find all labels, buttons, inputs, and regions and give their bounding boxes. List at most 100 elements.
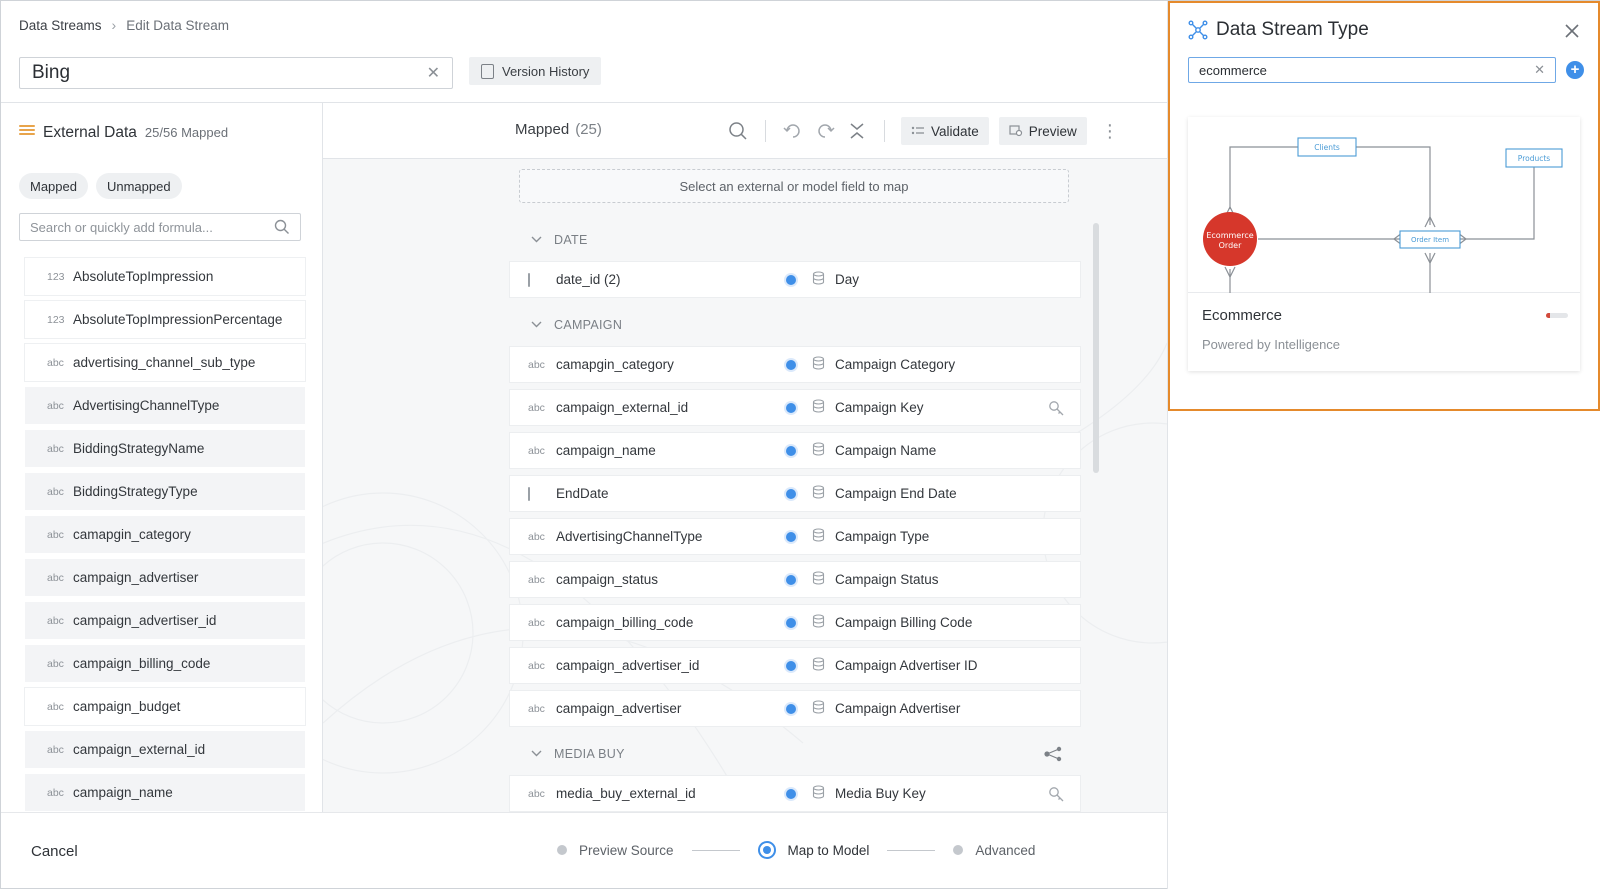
wizard-step[interactable]: Advanced (953, 843, 1035, 858)
mapping-connector[interactable] (786, 661, 796, 671)
mapping-connector[interactable] (786, 403, 796, 413)
source-field: abc camapgin_category (510, 357, 792, 372)
table-row[interactable]: abc AdvertisingChannelType Campaign Type (509, 518, 1081, 555)
clear-icon[interactable]: ✕ (427, 63, 440, 83)
field-label: campaign_budget (73, 699, 181, 714)
table-row[interactable]: abc media_buy_external_id Media Buy Key (509, 775, 1081, 812)
list-item[interactable]: abc camapgin_category (25, 516, 305, 553)
type-indicator: abc (528, 616, 545, 629)
redo-icon[interactable] (814, 120, 836, 142)
tab-mapped[interactable]: Mapped (19, 173, 88, 199)
model-field-label: Campaign Type (835, 529, 930, 544)
group-header[interactable]: MEDIA BUY (509, 733, 1081, 775)
more-options-icon[interactable]: ⋮ (1097, 121, 1123, 142)
mapping-connector[interactable] (786, 360, 796, 370)
version-history-button[interactable]: Version History (469, 57, 602, 85)
model-field-label: Campaign Key (835, 400, 924, 415)
diagram-label-products: Products (1518, 154, 1550, 163)
mapping-connector[interactable] (786, 789, 796, 799)
app-window: Data Streams › Edit Data Stream ✕ Versio… (0, 0, 1600, 889)
table-row[interactable]: date_id (2) Day (509, 261, 1081, 298)
group-header[interactable]: CAMPAIGN (509, 304, 1081, 346)
collapse-all-icon[interactable] (846, 120, 868, 142)
preview-button[interactable]: Preview (998, 117, 1087, 145)
drawer-search-field[interactable]: ✕ (1188, 57, 1556, 83)
search-icon[interactable] (274, 219, 290, 235)
wizard-footer: Cancel Preview Source Map to Model Advance… (1, 812, 1167, 888)
list-item[interactable]: abc advertising_channel_sub_type (25, 344, 305, 381)
field-label: AbsoluteTopImpressionPercentage (73, 312, 283, 327)
external-search-input[interactable] (30, 219, 274, 235)
add-stream-type-button[interactable]: + (1566, 61, 1584, 79)
table-row[interactable]: abc campaign_billing_code Campaign Billing… (509, 604, 1081, 641)
cancel-button[interactable]: Cancel (31, 843, 78, 860)
mapped-count: (25) (575, 121, 602, 138)
wizard-step[interactable]: Map to Model (757, 841, 869, 859)
chevron-down-icon[interactable] (531, 749, 542, 760)
model-field-icon (812, 399, 825, 416)
map-dropzone[interactable]: Select an external or model field to map (519, 169, 1069, 203)
list-item[interactable]: 123 AbsoluteTopImpression (25, 258, 305, 295)
list-item[interactable]: abc campaign_name (25, 774, 305, 811)
field-label: advertising_channel_sub_type (73, 355, 256, 370)
type-indicator: abc (47, 571, 64, 584)
chevron-down-icon[interactable] (531, 235, 542, 246)
source-field: abc campaign_advertiser_id (510, 658, 792, 673)
list-item[interactable]: abc campaign_advertiser (25, 559, 305, 596)
source-field: abc AdvertisingChannelType (510, 529, 792, 544)
external-search-field[interactable] (19, 213, 301, 241)
stream-name-input[interactable] (32, 62, 427, 84)
source-field-label: media_buy_external_id (556, 786, 696, 801)
stream-type-card-ecommerce[interactable]: Clients Products Order Item Ecommerce Ord… (1188, 117, 1580, 371)
list-item[interactable]: abc AdvertisingChannelType (25, 387, 305, 424)
table-row[interactable]: abc camapgin_category Campaign Category (509, 346, 1081, 383)
model-field-label: Media Buy Key (835, 786, 926, 801)
mapping-connector[interactable] (786, 532, 796, 542)
chevron-down-icon[interactable] (531, 320, 542, 331)
table-row[interactable]: abc campaign_status Campaign Status (509, 561, 1081, 598)
drawer-search-input[interactable] (1199, 62, 1535, 78)
type-indicator: 123 (47, 270, 65, 283)
table-row[interactable]: abc campaign_external_id Campaign Key (509, 389, 1081, 426)
source-field: abc campaign_billing_code (510, 615, 792, 630)
close-icon[interactable] (1564, 23, 1580, 39)
field-label: camapgin_category (73, 527, 191, 542)
type-indicator (528, 272, 556, 287)
field-label: AbsoluteTopImpression (73, 269, 214, 284)
model-field-icon (812, 614, 825, 631)
relationship-icon[interactable] (1043, 746, 1063, 765)
list-item[interactable]: abc BiddingStrategyType (25, 473, 305, 510)
list-item[interactable]: abc campaign_external_id (25, 731, 305, 768)
type-indicator: abc (528, 659, 545, 672)
table-row[interactable]: EndDate Campaign End Date (509, 475, 1081, 512)
stream-name-field[interactable]: ✕ (19, 57, 453, 89)
list-item[interactable]: abc campaign_advertiser_id (25, 602, 305, 639)
external-data-header: External Data 25/56 Mapped (19, 123, 228, 142)
group-header[interactable]: DATE (509, 219, 1081, 261)
validate-button[interactable]: Validate (901, 117, 989, 145)
mapping-connector[interactable] (786, 704, 796, 714)
tab-unmapped[interactable]: Unmapped (95, 173, 182, 199)
search-icon[interactable] (727, 120, 749, 142)
list-item[interactable]: 123 AbsoluteTopImpressionPercentage (25, 301, 305, 338)
clear-icon[interactable]: ✕ (1534, 62, 1545, 78)
breadcrumb-data-streams[interactable]: Data Streams (19, 18, 102, 33)
list-item[interactable]: abc BiddingStrategyName (25, 430, 305, 467)
undo-icon[interactable] (782, 120, 804, 142)
field-label: campaign_advertiser_id (73, 613, 217, 628)
mapping-connector[interactable] (786, 275, 796, 285)
wizard-step[interactable]: Preview Source (557, 843, 674, 858)
source-field-label: campaign_status (556, 572, 659, 587)
mapping-connector[interactable] (786, 446, 796, 456)
table-row[interactable]: abc campaign_name Campaign Name (509, 432, 1081, 469)
type-indicator: abc (528, 401, 545, 414)
model-field: Media Buy Key (812, 785, 926, 802)
table-row[interactable]: abc campaign_advertiser_id Campaign Advert… (509, 647, 1081, 684)
mapping-connector[interactable] (786, 618, 796, 628)
list-item[interactable]: abc campaign_billing_code (25, 645, 305, 682)
list-item[interactable]: abc campaign_budget (25, 688, 305, 725)
mapping-connector[interactable] (786, 575, 796, 585)
mapping-scrollbar[interactable] (1093, 223, 1099, 473)
mapping-connector[interactable] (786, 489, 796, 499)
table-row[interactable]: abc campaign_advertiser Campaign Advertise… (509, 690, 1081, 727)
